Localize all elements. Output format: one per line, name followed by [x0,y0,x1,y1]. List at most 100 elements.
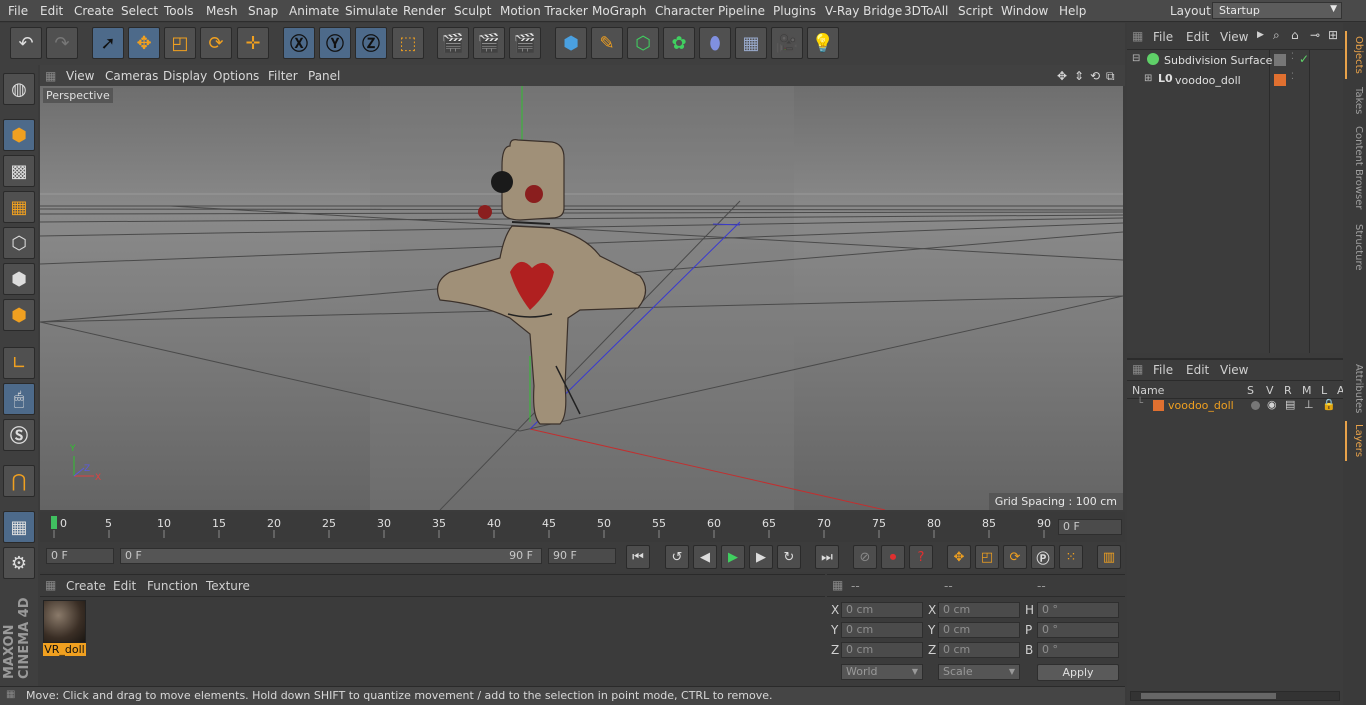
menu-snap[interactable]: Snap [248,4,278,18]
rotate-view-icon[interactable]: ⟲ [1090,69,1100,83]
layer-swatch[interactable] [1274,74,1286,86]
chevron-right-icon[interactable]: ▶ [1257,30,1264,40]
points-mode-button[interactable]: ⬡ [3,227,35,259]
tab-structure[interactable]: Structure [1345,219,1364,275]
edges-mode-button[interactable]: ⬢ [3,263,35,295]
menu-pipeline[interactable]: Pipeline [718,4,765,18]
make-editable-button[interactable]: ◍ [3,73,35,105]
pen-spline-button[interactable]: ✎ [591,27,623,59]
rotate-tool-button[interactable]: ⟳ [200,27,232,59]
menu-simulate[interactable]: Simulate [345,4,398,18]
light-object-button[interactable]: 💡 [807,27,839,59]
redo-button[interactable]: ↷ [46,27,78,59]
floor-object-button[interactable]: ▦ [735,27,767,59]
pan-view-icon[interactable]: ✥ [1057,69,1067,83]
solo-toggle[interactable] [1251,401,1260,410]
camera-object-button[interactable]: 🎥 [771,27,803,59]
go-to-end-button[interactable]: ⏭ [815,545,839,569]
size-z-field[interactable]: 0 cm [938,642,1020,658]
eye-icon[interactable]: ◉ [1267,398,1277,411]
visibility-dots-icon[interactable]: ⁚ [1291,52,1294,62]
position-z-field[interactable]: 0 cm [841,642,923,658]
position-x-field[interactable]: 0 cm [841,602,923,618]
material-swatch[interactable]: VR_doll [43,600,86,657]
deformer-button[interactable]: ⬮ [699,27,731,59]
menu-sculpt[interactable]: Sculpt [454,4,491,18]
polygons-mode-button[interactable]: ⬢ [3,299,35,331]
layer-swatch[interactable] [1274,54,1286,66]
search-icon[interactable]: ⌕ [1273,28,1280,43]
layers-menu-edit[interactable]: Edit [1186,363,1209,377]
expand-icon[interactable]: ⊞ [1144,73,1152,84]
key-position-button[interactable]: ✥ [947,545,971,569]
layout-select[interactable]: Startup ▼ [1212,2,1342,19]
dolly-view-icon[interactable]: ⇕ [1074,69,1084,83]
coord-mode-select[interactable]: World ▼ [841,664,923,680]
timeline-button[interactable]: ▥ [1097,545,1121,569]
workplane-lock-button[interactable]: ▦ [3,511,35,543]
layers-menu-view[interactable]: View [1220,363,1248,377]
autokey-button[interactable]: ⏺ [881,545,905,569]
home-icon[interactable]: ⌂ [1291,28,1299,42]
prev-key-button[interactable]: ↺ [665,545,689,569]
menu-animate[interactable]: Animate [289,4,339,18]
rotation-p-field[interactable]: 0 ° [1037,622,1119,638]
next-key-button[interactable]: ↻ [777,545,801,569]
enabled-check-icon[interactable]: ✓ [1299,52,1309,66]
snap-button[interactable]: Ⓢ [3,419,35,451]
move-tool-button[interactable]: ✥ [128,27,160,59]
menu-edit[interactable]: Edit [40,4,63,18]
size-y-field[interactable]: 0 cm [938,622,1020,638]
frame-range-slider[interactable]: 0 F 90 F [120,548,542,564]
render-clapper-icon[interactable]: ▤ [1285,398,1295,411]
timeline-ruler[interactable]: 0 5 10 15 20 25 30 35 40 45 50 55 60 65 … [40,512,1125,542]
magnet-button[interactable]: ⋂ [3,465,35,497]
undo-button[interactable]: ↶ [10,27,42,59]
menu-plugins[interactable]: Plugins [773,4,816,18]
coord-transform-select[interactable]: Scale ▼ [938,664,1020,680]
position-y-field[interactable]: 0 cm [841,622,923,638]
collapse-icon[interactable]: ⊟ [1132,53,1140,64]
menu-character[interactable]: Character [655,4,714,18]
scrollbar-thumb[interactable] [1141,693,1276,699]
start-frame-field[interactable]: 0 F [46,548,114,564]
menu-mesh[interactable]: Mesh [206,4,238,18]
objects-menu-edit[interactable]: Edit [1186,30,1209,44]
menu-select[interactable]: Select [121,4,158,18]
lock-icon[interactable]: 🔒 [1322,398,1336,411]
menu-script[interactable]: Script [958,4,993,18]
material-menu-create[interactable]: Create [66,579,106,593]
menu-file[interactable]: File [8,4,28,18]
tab-content-browser[interactable]: Content Browser [1345,123,1364,213]
menu-window[interactable]: Window [1001,4,1048,18]
object-row-voodoo-doll[interactable]: ⊞ L0 voodoo_doll ⁚ [1127,72,1343,90]
locked-workplane-button[interactable]: ⚙ [3,547,35,579]
object-row-subdivision[interactable]: ⊟ Subdivision Surface ⁚ ✓ [1127,52,1343,70]
menu-tools[interactable]: Tools [164,4,194,18]
record-keys-button[interactable]: ⊘ [853,545,877,569]
manager-icon[interactable]: ⊥ [1304,398,1314,411]
size-x-field[interactable]: 0 cm [938,602,1020,618]
menu-vray-bridge[interactable]: V-Ray Bridge [825,4,902,18]
key-pla-button[interactable]: ⁙ [1059,545,1083,569]
cube-object-button[interactable]: ⬢ [555,27,587,59]
layer-row-voodoo-doll[interactable]: └ voodoo_doll ◉ ▤ ⊥ 🔒 [1127,398,1343,415]
x-axis-lock-button[interactable]: Ⓧ [283,27,315,59]
viewport-menu-cameras[interactable]: Cameras [105,69,158,83]
viewport-menu-filter[interactable]: Filter [268,69,298,83]
rotation-h-field[interactable]: 0 ° [1037,602,1119,618]
texture-mode-button[interactable]: ▩ [3,155,35,187]
next-frame-button[interactable]: ▶ [749,545,773,569]
model-mode-button[interactable]: ⬢ [3,119,35,151]
visibility-dots-icon[interactable]: ⁚ [1291,72,1294,82]
current-frame-field[interactable]: 0 F [1058,519,1122,535]
render-view-button[interactable]: 🎬 [437,27,469,59]
cloner-button[interactable]: ✿ [663,27,695,59]
transform-tool-button[interactable]: ✛ [237,27,269,59]
go-to-start-button[interactable]: ⏮ [626,545,650,569]
coordinate-system-button[interactable]: ⬚ [392,27,424,59]
menu-render[interactable]: Render [403,4,446,18]
key-parameter-button[interactable]: Ⓟ [1031,545,1055,569]
menu-motion-tracker[interactable]: Motion Tracker [500,4,588,18]
play-button[interactable]: ▶ [721,545,745,569]
